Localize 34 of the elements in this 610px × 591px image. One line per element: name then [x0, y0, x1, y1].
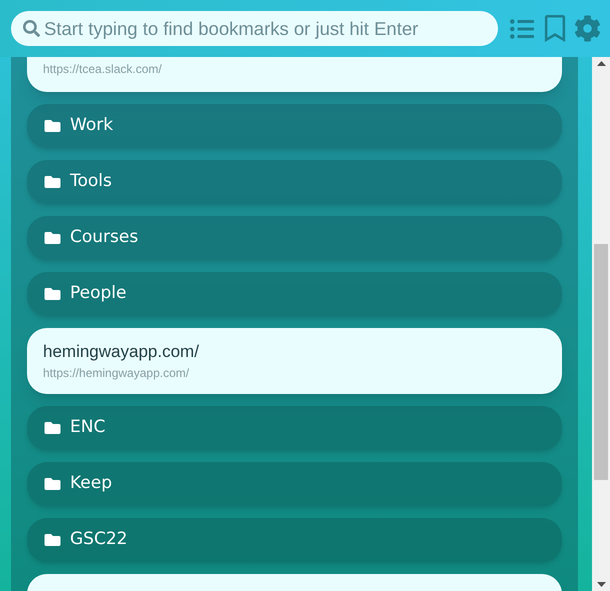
search-field[interactable]: Start typing to find bookmarks or just hit Enter: [11, 11, 498, 46]
folder-item[interactable]: Courses: [27, 216, 562, 260]
folder-icon: [43, 532, 62, 548]
scroll-down-icon[interactable]: [596, 582, 606, 587]
bookmark-card[interactable]: hemingwayapp.com/ https://hemingwayapp.com/: [27, 328, 562, 394]
folder-item[interactable]: Keep: [27, 462, 562, 506]
folder-title: Keep: [70, 472, 112, 496]
folder-icon: [43, 174, 62, 190]
folder-title: GSC22: [70, 528, 128, 552]
folder-icon: [43, 476, 62, 492]
bookmark-url: https://tcea.slack.com/: [43, 61, 163, 78]
folder-title: Tools: [70, 170, 112, 194]
folder-title: ENC: [70, 416, 106, 440]
search-icon: [23, 20, 40, 37]
folder-item[interactable]: Tools: [27, 160, 562, 204]
list-icon[interactable]: [508, 16, 536, 40]
bookmark-url: https://hemingwayapp.com/: [43, 365, 190, 382]
folder-icon: [43, 420, 62, 436]
folder-title: Courses: [70, 226, 138, 250]
folder-item[interactable]: Work: [27, 104, 562, 148]
folder-title: Work: [70, 114, 114, 138]
folder-icon: [43, 286, 62, 302]
bookmark-title: hemingwayapp.com/: [43, 341, 200, 363]
scrollbar-thumb[interactable]: [594, 244, 608, 480]
bookmark-icon[interactable]: [544, 15, 566, 42]
folder-icon: [43, 230, 62, 246]
scrollbar[interactable]: [592, 57, 610, 591]
folder-item[interactable]: GSC22: [27, 518, 562, 562]
settings-icon[interactable]: [574, 15, 601, 42]
folder-item[interactable]: People: [27, 272, 562, 316]
folder-icon: [43, 118, 62, 134]
scroll-up-icon[interactable]: [596, 61, 606, 66]
folder-item[interactable]: ENC: [27, 406, 562, 450]
folder-title: People: [70, 282, 126, 306]
